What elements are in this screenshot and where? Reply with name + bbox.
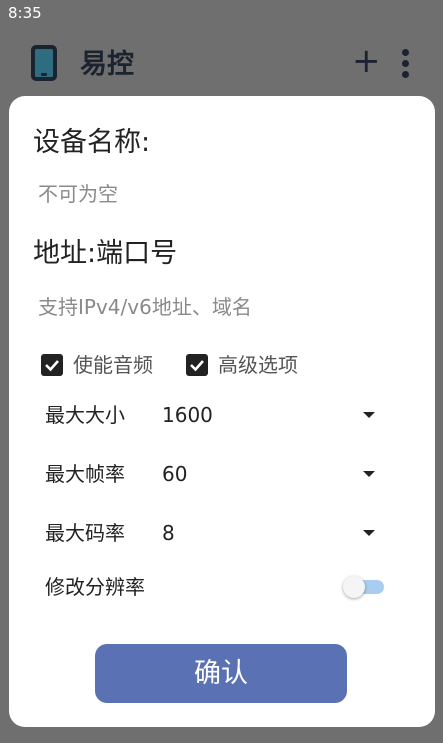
advanced-options-checkbox[interactable]: 高级选项 bbox=[186, 351, 298, 379]
dropdown-arrow-icon bbox=[363, 412, 375, 418]
device-name-label: 设备名称: bbox=[33, 127, 151, 158]
max-fps-label: 最大帧率 bbox=[45, 462, 125, 486]
status-time: 8:35 bbox=[8, 4, 42, 22]
max-fps-dropdown[interactable]: 最大帧率 60 bbox=[45, 459, 385, 489]
phone-icon bbox=[31, 45, 57, 81]
change-resolution-label: 修改分辨率 bbox=[45, 575, 145, 599]
enable-audio-label: 使能音频 bbox=[73, 353, 153, 377]
dropdown-arrow-icon bbox=[363, 530, 375, 536]
max-size-dropdown[interactable]: 最大大小 1600 bbox=[45, 400, 385, 430]
status-bar: 8:35 bbox=[0, 0, 443, 27]
app-title: 易控 bbox=[80, 49, 134, 80]
max-bitrate-label: 最大码率 bbox=[45, 521, 125, 545]
add-device-dialog: 设备名称: 不可为空 地址:端口号 支持IPv4/v6地址、域名 使能音频 高级… bbox=[9, 96, 435, 727]
checkbox-checked-icon bbox=[41, 354, 63, 376]
max-bitrate-dropdown[interactable]: 最大码率 8 bbox=[45, 518, 385, 548]
address-label: 地址:端口号 bbox=[33, 238, 178, 269]
enable-audio-checkbox[interactable]: 使能音频 bbox=[41, 351, 153, 379]
add-device-button[interactable]: + bbox=[352, 44, 381, 78]
change-resolution-row: 修改分辨率 bbox=[45, 572, 385, 602]
checkbox-checked-icon bbox=[186, 354, 208, 376]
device-name-input[interactable]: 不可为空 bbox=[38, 181, 118, 207]
max-bitrate-value: 8 bbox=[162, 521, 175, 545]
app-bar: 易控 + bbox=[0, 27, 443, 97]
dropdown-arrow-icon bbox=[363, 471, 375, 477]
max-fps-value: 60 bbox=[162, 462, 188, 486]
more-options-icon[interactable] bbox=[398, 49, 414, 79]
max-size-value: 1600 bbox=[162, 403, 213, 427]
advanced-options-label: 高级选项 bbox=[218, 353, 298, 377]
confirm-button[interactable]: 确认 bbox=[95, 644, 347, 703]
address-input[interactable]: 支持IPv4/v6地址、域名 bbox=[38, 294, 252, 320]
toggle-thumb[interactable] bbox=[343, 576, 365, 598]
max-size-label: 最大大小 bbox=[45, 403, 125, 427]
